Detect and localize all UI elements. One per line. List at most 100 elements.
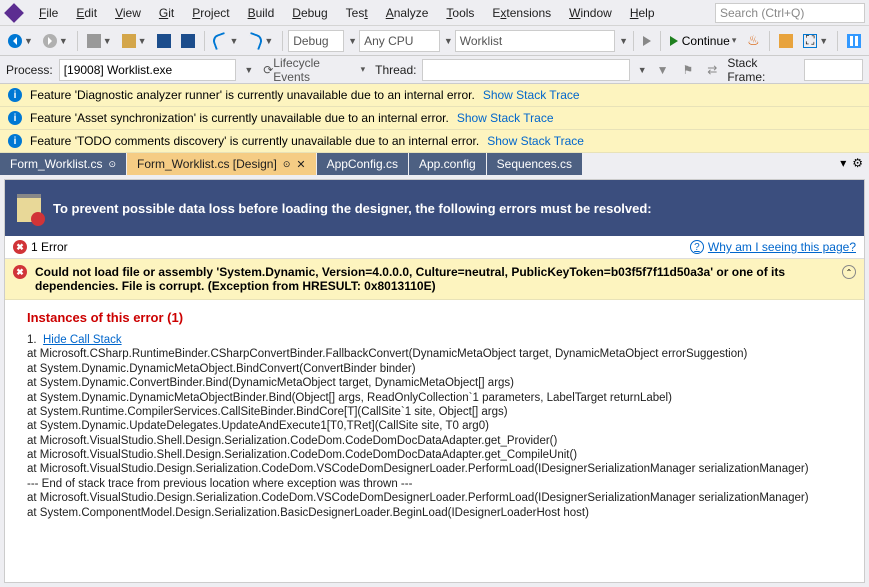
stack-line: at Microsoft.VisualStudio.Shell.Design.S… — [27, 448, 842, 462]
info-text: Feature 'TODO comments discovery' is cur… — [30, 134, 479, 148]
screenshot-button[interactable]: ⛶▼ — [799, 31, 832, 51]
show-stack-trace-link[interactable]: Show Stack Trace — [457, 111, 554, 125]
browser-link-button[interactable] — [775, 31, 797, 51]
doc-tab-4[interactable]: Sequences.cs — [487, 153, 583, 175]
nav-forward-button[interactable]: ▼ — [39, 31, 72, 51]
nav-back-button[interactable]: ▼ — [4, 31, 37, 51]
collapse-button[interactable]: ⌃ — [842, 265, 856, 279]
redo-button[interactable]: ▼ — [244, 31, 277, 51]
menu-debug[interactable]: Debug — [283, 2, 336, 24]
menu-help[interactable]: Help — [621, 2, 664, 24]
instances-heading: Instances of this error (1) — [27, 310, 842, 325]
pin-icon[interactable]: ⊙ — [283, 159, 291, 170]
menu-project[interactable]: Project — [183, 2, 238, 24]
stackframe-combo[interactable] — [804, 59, 863, 81]
continue-button-main[interactable]: Continue ▾ — [666, 31, 741, 51]
filter-button[interactable]: ▼ — [653, 60, 673, 80]
flag-button[interactable]: ⚑ — [679, 60, 698, 80]
tab-options-button[interactable]: ⚙ — [852, 156, 863, 172]
show-stack-trace-link[interactable]: Show Stack Trace — [483, 88, 580, 102]
save-button[interactable] — [153, 31, 175, 51]
debug-toolbar: Process: [19008] Worklist.exe ▼ ⟳ Lifecy… — [0, 56, 869, 84]
show-stack-trace-link[interactable]: Show Stack Trace — [487, 134, 584, 148]
tab-label: App.config — [419, 157, 476, 171]
vs-logo-icon — [4, 3, 24, 23]
banner-text: To prevent possible data loss before loa… — [53, 201, 652, 216]
process-label: Process: — [6, 63, 53, 77]
close-icon[interactable]: ✕ — [296, 158, 305, 171]
stack-line: at Microsoft.VisualStudio.Design.Seriali… — [27, 491, 842, 505]
designer-error-page: To prevent possible data loss before loa… — [4, 179, 865, 583]
menu-view[interactable]: View — [106, 2, 150, 24]
thread-label: Thread: — [375, 63, 416, 77]
info-icon: i — [8, 111, 22, 125]
save-all-button[interactable] — [177, 31, 199, 51]
menu-extensions[interactable]: Extensions — [483, 2, 560, 24]
thread-combo[interactable] — [422, 59, 629, 81]
error-message: Could not load file or assembly 'System.… — [35, 265, 785, 293]
tab-label: Form_Worklist.cs — [10, 157, 102, 171]
continue-label: Continue — [682, 34, 730, 48]
info-text: Feature 'Diagnostic analyzer runner' is … — [30, 88, 475, 102]
menu-edit[interactable]: Edit — [67, 2, 106, 24]
info-icon: i — [8, 88, 22, 102]
stack-line: at System.Runtime.CompilerServices.CallS… — [27, 405, 842, 419]
stack-icon: ⇄ — [703, 60, 721, 80]
error-badge-icon: ✖ — [13, 240, 27, 254]
tab-label: AppConfig.cs — [327, 157, 398, 171]
document-tab-strip: Form_Worklist.cs⊙Form_Worklist.cs [Desig… — [0, 153, 869, 175]
error-detail-row: ✖ Could not load file or assembly 'Syste… — [5, 259, 864, 300]
error-count-bar: ✖ 1 Error ?Why am I seeing this page? — [5, 236, 864, 259]
undo-button[interactable]: ▼ — [209, 31, 242, 51]
error-banner: To prevent possible data loss before loa… — [5, 180, 864, 236]
standard-toolbar: ▼ ▼ ▼ ▼ ▼ ▼ Debug ▼ Any CPU ▼ Worklist ▼… — [0, 26, 869, 56]
pause-button[interactable] — [843, 31, 865, 51]
menu-test[interactable]: Test — [337, 2, 377, 24]
hide-call-stack-link[interactable]: Hide Call Stack — [43, 334, 122, 346]
startup-combo[interactable]: Worklist — [455, 30, 615, 52]
menu-build[interactable]: Build — [239, 2, 284, 24]
error-row-icon: ✖ — [13, 265, 27, 279]
stackframe-label: Stack Frame: — [727, 56, 797, 84]
info-icon: i — [8, 134, 22, 148]
menu-file[interactable]: File — [30, 2, 67, 24]
doc-tab-3[interactable]: App.config — [409, 153, 487, 175]
process-combo[interactable]: [19008] Worklist.exe — [59, 59, 237, 81]
stack-line: at System.Dynamic.DynamicMetaObjectBinde… — [27, 391, 842, 405]
stack-line: at Microsoft.VisualStudio.Design.Seriali… — [27, 462, 842, 476]
tab-overflow-button[interactable]: ▾ — [840, 156, 846, 172]
clipboard-error-icon — [17, 194, 41, 222]
lifecycle-label: Lifecycle Events — [273, 56, 358, 84]
why-label: Why am I seeing this page? — [708, 240, 856, 254]
stack-line: --- End of stack trace from previous loc… — [27, 477, 842, 491]
stack-line: at System.Dynamic.DynamicMetaObject.Bind… — [27, 362, 842, 376]
menu-git[interactable]: Git — [150, 2, 183, 24]
hot-reload-button[interactable]: ♨ — [742, 31, 764, 51]
doc-tab-2[interactable]: AppConfig.cs — [317, 153, 409, 175]
error-body: Instances of this error (1) 1. Hide Call… — [5, 300, 864, 530]
continue-button[interactable] — [639, 33, 655, 49]
stack-line: at System.ComponentModel.Design.Serializ… — [27, 506, 842, 520]
doc-tab-0[interactable]: Form_Worklist.cs ⊙ — [0, 153, 127, 175]
new-project-button[interactable]: ▼ — [83, 31, 116, 51]
info-text: Feature 'Asset synchronization' is curre… — [30, 111, 449, 125]
stack-line: at Microsoft.VisualStudio.Shell.Design.S… — [27, 434, 842, 448]
info-bar-1: i Feature 'Asset synchronization' is curr… — [0, 107, 869, 130]
stack-line: at System.Dynamic.UpdateDelegates.Update… — [27, 419, 842, 433]
menu-window[interactable]: Window — [560, 2, 621, 24]
why-link[interactable]: ?Why am I seeing this page? — [690, 240, 856, 254]
pin-icon[interactable]: ⊙ — [108, 159, 116, 170]
open-button[interactable]: ▼ — [118, 31, 151, 51]
lifecycle-events-button[interactable]: ⟳ Lifecycle Events ▾ — [259, 53, 369, 87]
doc-tab-1[interactable]: Form_Worklist.cs [Design]⊙✕ — [127, 153, 317, 175]
stack-line: at System.Dynamic.ConvertBinder.Bind(Dyn… — [27, 376, 842, 390]
menu-analyze[interactable]: Analyze — [377, 2, 438, 24]
config-combo[interactable]: Debug — [288, 30, 344, 52]
menu-tools[interactable]: Tools — [437, 2, 483, 24]
tab-label: Sequences.cs — [497, 157, 572, 171]
menu-bar: File Edit View Git Project Build Debug T… — [0, 0, 869, 26]
search-input[interactable]: Search (Ctrl+Q) — [715, 3, 865, 23]
platform-combo[interactable]: Any CPU — [359, 30, 440, 52]
stack-line: at Microsoft.CSharp.RuntimeBinder.CSharp… — [27, 347, 842, 361]
designer-host: To prevent possible data loss before loa… — [0, 175, 869, 587]
